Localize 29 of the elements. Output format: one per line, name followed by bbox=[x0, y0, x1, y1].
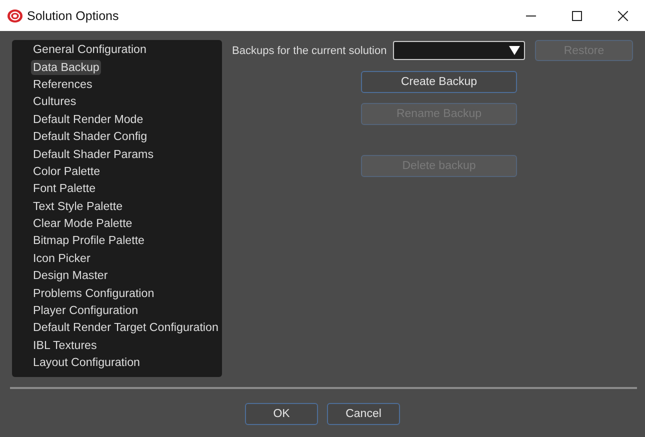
backup-dropdown[interactable] bbox=[393, 41, 525, 60]
sidebar-item[interactable]: Layout Configuration bbox=[31, 355, 142, 370]
backups-label: Backups for the current solution bbox=[232, 44, 388, 56]
backup-action-button[interactable]: Create Backup bbox=[361, 71, 517, 93]
sidebar-item[interactable]: Problems Configuration bbox=[31, 286, 156, 301]
sidebar-item[interactable]: Font Palette bbox=[31, 181, 98, 196]
dialog-button[interactable]: OK bbox=[245, 403, 318, 425]
sidebar-item[interactable]: Design Master bbox=[31, 268, 110, 284]
sidebar-item[interactable]: Default Shader Params bbox=[31, 146, 156, 162]
sidebar-item[interactable]: Icon Picker bbox=[31, 250, 92, 266]
sidebar-item[interactable]: Player Configuration bbox=[31, 303, 140, 318]
dialog-button[interactable]: Cancel bbox=[327, 403, 400, 425]
window-title: Solution Options bbox=[27, 8, 119, 22]
caret-icon bbox=[509, 46, 520, 55]
sidebar-item[interactable]: Clear Mode Palette bbox=[31, 216, 134, 232]
sidebar-item[interactable]: Text Style Palette bbox=[31, 198, 125, 214]
sidebar-item[interactable]: Bitmap Profile Palette bbox=[31, 233, 146, 248]
app-logo-icon bbox=[7, 8, 23, 22]
sidebar-item[interactable]: Data Backup bbox=[31, 60, 102, 75]
maximize-icon[interactable] bbox=[572, 10, 582, 20]
sidebar-item[interactable]: Default Render Mode bbox=[31, 112, 146, 127]
close-icon[interactable] bbox=[618, 10, 628, 20]
sidebar-item[interactable]: References bbox=[31, 76, 94, 92]
sidebar-item[interactable]: Color Palette bbox=[31, 164, 102, 179]
sidebar-item[interactable]: General Configuration bbox=[31, 42, 148, 58]
sidebar-item[interactable]: IBL Textures bbox=[31, 338, 99, 353]
sidebar-item[interactable]: Default Shader Config bbox=[31, 129, 150, 144]
sidebar-item[interactable]: Default Render Target Configuration bbox=[31, 320, 220, 336]
sidebar-item[interactable]: Cultures bbox=[31, 94, 78, 110]
